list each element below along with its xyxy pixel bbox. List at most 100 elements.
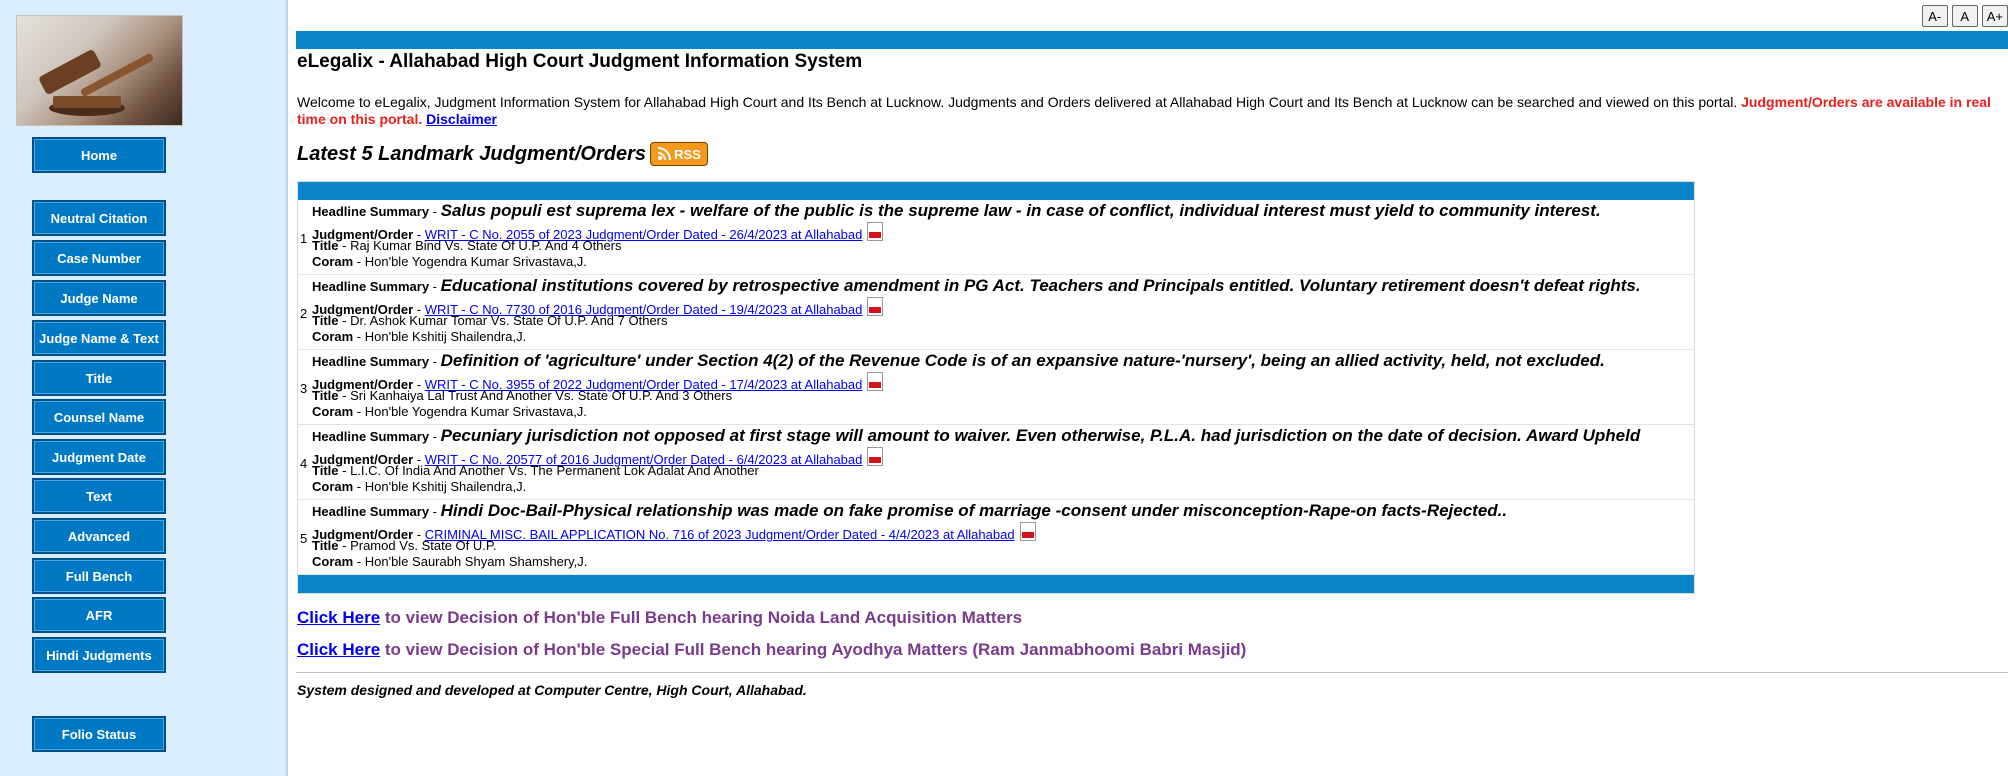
font-decrease-button[interactable]: A- (1921, 5, 1948, 27)
gavel-image (39, 50, 154, 116)
nav-case-number-button[interactable]: Case Number (32, 240, 166, 276)
nav-hindi-judgments-button[interactable]: Hindi Judgments (32, 637, 166, 673)
coram-label: Coram (312, 554, 354, 569)
pdf-icon[interactable] (867, 447, 884, 466)
header-bar (296, 31, 2008, 49)
latest-heading: Latest 5 Landmark Judgment/Orders RSS (297, 142, 708, 166)
title-label: Title (312, 388, 339, 403)
row-number: 1 (300, 231, 308, 246)
latest-heading-text: Latest 5 Landmark Judgment/Orders (297, 142, 646, 165)
title-label: Title (312, 238, 339, 253)
separator: - (429, 504, 441, 519)
separator: - (338, 388, 351, 403)
nav-full-bench-button[interactable]: Full Bench (32, 558, 166, 594)
ayodhya-bench-notice: Click Here to view Decision of Hon'ble S… (297, 640, 1246, 660)
title-label: Title (312, 538, 339, 553)
case-title: Dr. Ashok Kumar Tomar Vs. State Of U.P. … (350, 313, 668, 328)
title-label: Title (312, 313, 339, 328)
coram-label: Coram (312, 404, 354, 419)
headline-summary: Definition of 'agriculture' under Sectio… (440, 351, 1605, 370)
title-label: Title (312, 463, 339, 478)
headline-summary: Hindi Doc-Bail-Physical relationship was… (440, 501, 1508, 520)
pdf-icon[interactable] (867, 222, 884, 241)
headline-label: Headline Summary (312, 279, 430, 294)
headline-summary: Salus populi est suprema lex - welfare o… (440, 201, 1601, 220)
headline-label: Headline Summary (312, 354, 430, 369)
full-bench-noida-text: to view Decision of Hon'ble Full Bench h… (380, 608, 1023, 627)
judgment-row: 4 Headline Summary - Pecuniary jurisdict… (298, 425, 1694, 500)
nav-advanced-button[interactable]: Advanced (32, 518, 166, 554)
headline-summary: Educational institutions covered by retr… (440, 276, 1641, 295)
headline-label: Headline Summary (312, 504, 430, 519)
pdf-icon[interactable] (867, 372, 884, 391)
sidebar: Home Neutral Citation Case Number Judge … (0, 0, 288, 776)
judgment-row: 3 Headline Summary - Definition of 'agri… (298, 350, 1694, 425)
nav-judge-name-button[interactable]: Judge Name (32, 280, 166, 316)
case-title: Pramod Vs. State Of U.P. (350, 538, 497, 553)
nav-neutral-citation-button[interactable]: Neutral Citation (32, 200, 166, 236)
case-title: Raj Kumar Bind Vs. State Of U.P. And 4 O… (350, 238, 622, 253)
headline-summary: Pecuniary jurisdiction not opposed at fi… (440, 426, 1641, 445)
separator: - (353, 404, 365, 419)
page-title: eLegalix - Allahabad High Court Judgment… (297, 51, 863, 72)
headline-label: Headline Summary (312, 204, 430, 219)
separator: - (353, 329, 365, 344)
nav-title-button[interactable]: Title (32, 360, 166, 396)
separator: - (429, 279, 441, 294)
disclaimer-link[interactable]: Disclaimer (426, 111, 497, 127)
footer-credit: System designed and developed at Compute… (297, 682, 807, 698)
judgment-link[interactable]: CRIMINAL MISC. BAIL APPLICATION No. 716 … (425, 527, 1015, 542)
welcome-description: Welcome to eLegalix, Judgment Informatio… (297, 94, 1738, 110)
coram-label: Coram (312, 254, 354, 269)
coram-label: Coram (312, 479, 354, 494)
nav-judge-name-text-button[interactable]: Judge Name & Text (32, 320, 166, 356)
nav-afr-button[interactable]: AFR (32, 597, 166, 633)
coram-judge: Hon'ble Kshitij Shailendra,J. (364, 329, 527, 344)
row-number: 4 (300, 456, 308, 471)
separator: - (353, 554, 365, 569)
page: Home Neutral Citation Case Number Judge … (0, 0, 2008, 776)
table-footer-bar (298, 575, 1694, 593)
separator: - (353, 254, 365, 269)
separator: - (338, 238, 351, 253)
rss-icon (657, 147, 672, 161)
judgment-row: 2 Headline Summary - Educational institu… (298, 275, 1694, 350)
court-gavel-logo (16, 15, 183, 126)
pdf-icon[interactable] (867, 297, 884, 316)
coram-judge: Hon'ble Kshitij Shailendra,J. (364, 479, 527, 494)
font-size-controls: A- A A+ (1921, 5, 2008, 27)
rss-feed-button[interactable]: RSS (649, 142, 708, 166)
ayodhya-bench-link[interactable]: Click Here (297, 640, 380, 659)
font-normal-button[interactable]: A (1951, 5, 1978, 27)
judgment-row: 1 Headline Summary - Salus populi est su… (298, 200, 1694, 275)
coram-judge: Hon'ble Yogendra Kumar Srivastava,J. (364, 404, 587, 419)
headline-label: Headline Summary (312, 429, 430, 444)
pdf-icon[interactable] (1019, 522, 1036, 541)
separator: - (338, 463, 351, 478)
coram-judge: Hon'ble Yogendra Kumar Srivastava,J. (364, 254, 587, 269)
full-bench-noida-link[interactable]: Click Here (297, 608, 380, 627)
separator: - (338, 313, 351, 328)
nav-text-button[interactable]: Text (32, 478, 166, 514)
nav-judgment-date-button[interactable]: Judgment Date (32, 439, 166, 475)
case-title: L.I.C. Of India And Another Vs. The Perm… (350, 463, 759, 478)
nav-home-button[interactable]: Home (32, 137, 166, 173)
separator: - (429, 204, 441, 219)
nav-folio-status-button[interactable]: Folio Status (32, 716, 166, 752)
separator: - (353, 479, 365, 494)
landmark-judgments-table: 1 Headline Summary - Salus populi est su… (297, 181, 1695, 594)
nav-counsel-name-button[interactable]: Counsel Name (32, 399, 166, 435)
footer-divider (296, 672, 2008, 673)
welcome-text: Welcome to eLegalix, Judgment Informatio… (297, 94, 2002, 128)
full-bench-noida-notice: Click Here to view Decision of Hon'ble F… (297, 608, 1022, 628)
table-header-bar (298, 182, 1694, 200)
row-number: 5 (300, 531, 308, 546)
row-number: 3 (300, 381, 308, 396)
separator: - (338, 538, 351, 553)
judgment-row: 5 Headline Summary - Hindi Doc-Bail-Phys… (298, 500, 1694, 575)
rss-label: RSS (674, 146, 701, 162)
separator: - (429, 429, 441, 444)
font-increase-button[interactable]: A+ (1981, 5, 2008, 27)
coram-judge: Hon'ble Saurabh Shyam Shamshery,J. (364, 554, 588, 569)
case-title: Sri Kanhaiya Lal Trust And Another Vs. S… (350, 388, 733, 403)
